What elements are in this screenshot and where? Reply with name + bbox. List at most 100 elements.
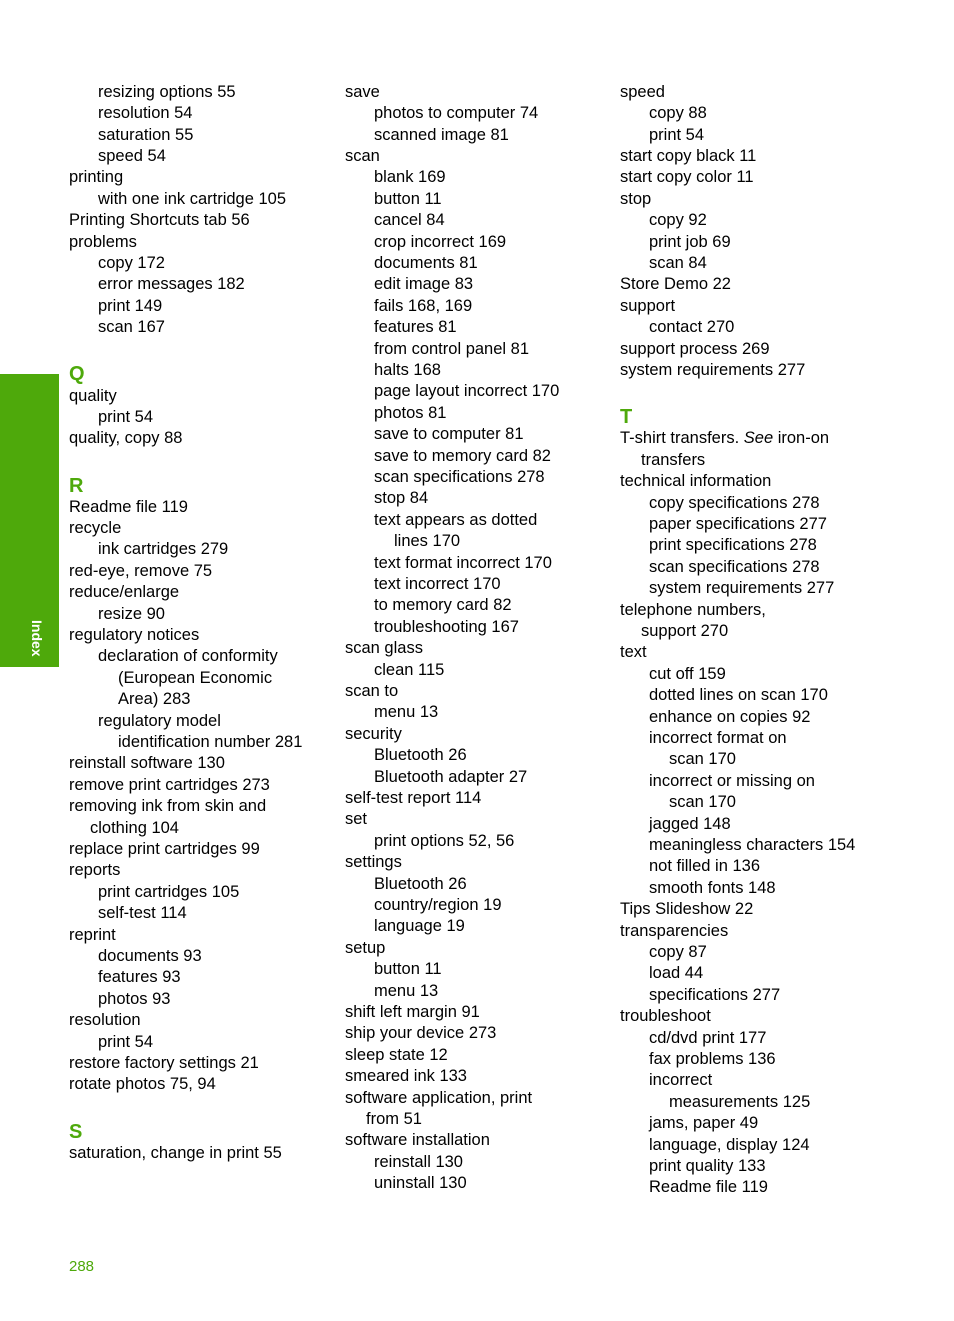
index-subentry: from control panel 81 [374, 340, 530, 358]
index-entry: support process 269 [620, 340, 770, 358]
index-entry: smeared ink 133 [345, 1067, 467, 1085]
index-subentry: paper specifications 277 [649, 515, 827, 533]
index-subentry: copy 92 [649, 211, 707, 229]
page-number: 288 [69, 1258, 95, 1275]
index-subentry: button 11 [374, 190, 442, 208]
index-subentry: language 19 [374, 917, 465, 935]
section-letter: Q [69, 363, 85, 385]
index-entry: scan glass [345, 639, 423, 657]
index-subentry: print cartridges 105 [98, 883, 240, 901]
index-entry: quality [69, 387, 117, 405]
index-subentry: meaningless characters 154 [649, 836, 856, 854]
index-subentry: menu 13 [374, 703, 439, 721]
index-entry: software installation [345, 1131, 490, 1149]
index-subentry: Bluetooth adapter 27 [374, 768, 528, 786]
index-subentry: blank 169 [374, 168, 446, 186]
index-subentry: menu 13 [374, 982, 439, 1000]
index-entry: removing ink from skin and [69, 797, 267, 815]
index-subentry: self-test 114 [98, 904, 187, 922]
index-subentry: scan 84 [649, 254, 707, 272]
index-entry: start copy color 11 [620, 168, 754, 186]
index-entry: stop [620, 190, 652, 208]
section-letter: R [69, 475, 84, 497]
index-subentry: ink cartridges 279 [98, 540, 229, 558]
index-subentry: features 93 [98, 968, 181, 986]
index-subentry: copy specifications 278 [649, 494, 820, 512]
index-entry: quality, copy 88 [69, 429, 183, 447]
index-entry: text [620, 643, 647, 661]
index-subentry: measurements 125 [669, 1093, 811, 1111]
index-subentry: resize 90 [98, 605, 165, 623]
index-entry: reinstall software 130 [69, 754, 225, 772]
index-subentry: crop incorrect 169 [374, 233, 507, 251]
index-entry: scan [345, 147, 380, 165]
index-entry: reprint [69, 926, 116, 944]
index-entry: security [345, 725, 402, 743]
index-subentry: scan 167 [98, 318, 165, 336]
index-entry: troubleshoot [620, 1007, 711, 1025]
index-subentry: documents 93 [98, 947, 202, 965]
index-subentry: cancel 84 [374, 211, 445, 229]
index-entry: Tips Slideshow 22 [620, 900, 754, 918]
index-subentry: photos 81 [374, 404, 447, 422]
index-entry: save [345, 83, 380, 101]
index-entry: settings [345, 853, 402, 871]
index-subentry: photos 93 [98, 990, 171, 1008]
index-subentry: scan specifications 278 [649, 558, 820, 576]
index-subentry: troubleshooting 167 [374, 618, 519, 636]
section-letter: T [620, 406, 633, 428]
index-subentry: regulatory model [98, 712, 221, 730]
index-entry: ship your device 273 [345, 1024, 497, 1042]
index-entry: replace print cartridges 99 [69, 840, 260, 858]
index-subentry: text incorrect 170 [374, 575, 501, 593]
index-subentry: save to memory card 82 [374, 447, 551, 465]
index-subentry: saturation 55 [98, 126, 194, 144]
index-subentry: load 44 [649, 964, 704, 982]
index-subentry: with one ink cartridge 105 [98, 190, 287, 208]
index-subentry: text appears as dotted [374, 511, 538, 529]
index-subentry: fails 168, 169 [374, 297, 473, 315]
index-subentry: smooth fonts 148 [649, 879, 776, 897]
index-subentry: copy 88 [649, 104, 707, 122]
index-entry: scan to [345, 682, 399, 700]
index-subentry: scan 170 [669, 793, 736, 811]
index-subentry: dotted lines on scan 170 [649, 686, 828, 704]
index-entry: reports [69, 861, 121, 879]
index-subentry: incorrect [649, 1071, 713, 1089]
index-subentry: uninstall 130 [374, 1174, 467, 1192]
index-entry: Store Demo 22 [620, 275, 731, 293]
index-subentry: to memory card 82 [374, 596, 512, 614]
index-subentry: scanned image 81 [374, 126, 509, 144]
index-subentry: scan specifications 278 [374, 468, 545, 486]
index-subentry: print quality 133 [649, 1157, 766, 1175]
index-subentry: resizing options 55 [98, 83, 236, 101]
index-subentry: copy 172 [98, 254, 165, 272]
index-subentry: identification number 281 [118, 733, 303, 751]
index-subentry: stop 84 [374, 489, 429, 507]
index-subentry: Readme file 119 [649, 1178, 768, 1196]
index-entry: recycle [69, 519, 122, 537]
index-subentry: print specifications 278 [649, 536, 817, 554]
index-entry: software application, print [345, 1089, 533, 1107]
index-subentry: text format incorrect 170 [374, 554, 552, 572]
index-subentry: (European Economic [118, 669, 273, 687]
index-entry: saturation, change in print 55 [69, 1144, 282, 1162]
index-entry-continuation: clothing 104 [90, 819, 179, 837]
index-entry: reduce/enlarge [69, 583, 180, 601]
index-subentry: enhance on copies 92 [649, 708, 811, 726]
index-entry: speed [620, 83, 665, 101]
index-subentry: halts 168 [374, 361, 441, 379]
index-entry: regulatory notices [69, 626, 200, 644]
index-entry: self-test report 114 [345, 789, 482, 807]
index-entry: printing [69, 168, 124, 186]
index-entry: start copy black 11 [620, 147, 757, 165]
index-subentry: copy 87 [649, 943, 707, 961]
section-letter: S [69, 1121, 83, 1143]
index-subentry: system requirements 277 [649, 579, 835, 597]
index-subentry: contact 270 [649, 318, 735, 336]
index-entry: resolution [69, 1011, 141, 1029]
index-entry: sleep state 12 [345, 1046, 448, 1064]
index-entry: Printing Shortcuts tab 56 [69, 211, 250, 229]
index-entry: T-shirt transfers. See iron-on [620, 429, 830, 447]
index-subentry: scan 170 [669, 750, 736, 768]
